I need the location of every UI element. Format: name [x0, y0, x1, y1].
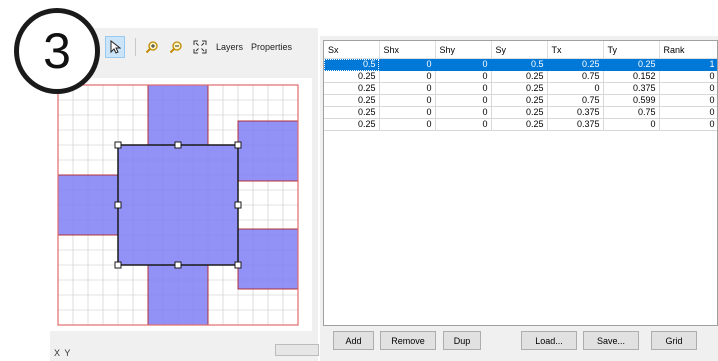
- zoom-out-icon[interactable]: [166, 36, 186, 58]
- column-header-shy[interactable]: Shy: [435, 41, 492, 59]
- dup-button[interactable]: Dup: [443, 331, 481, 350]
- progress-bar: [275, 344, 319, 356]
- table-cell[interactable]: 0: [435, 70, 492, 83]
- table-cell[interactable]: 0: [379, 94, 436, 107]
- save-button[interactable]: Save...: [583, 331, 639, 350]
- drawing-canvas[interactable]: [50, 78, 312, 331]
- table-cell[interactable]: 0.152: [603, 70, 660, 83]
- table-row[interactable]: 0.5 0 0 0.5 0.25 0.25 1: [324, 58, 717, 71]
- table-cell[interactable]: 0.375: [547, 106, 604, 119]
- toolbar-separator: [135, 38, 136, 56]
- column-header-tx[interactable]: Tx: [547, 41, 604, 59]
- table-cell[interactable]: 0: [379, 118, 436, 131]
- grid-button[interactable]: Grid: [651, 331, 697, 350]
- table-cell[interactable]: 0.25: [491, 118, 548, 131]
- table-cell[interactable]: 0: [659, 82, 717, 95]
- table-cell[interactable]: 0.25: [324, 82, 380, 95]
- handle-mid-right: [234, 201, 242, 209]
- transform-square-left: [57, 174, 119, 236]
- table-cell[interactable]: 0: [547, 82, 604, 95]
- table-row[interactable]: 0.25 0 0 0.25 0.375 0.75 0: [324, 106, 717, 119]
- table-row[interactable]: 0.25 0 0 0.25 0.75 0.152 0: [324, 70, 717, 83]
- table-row[interactable]: 0.25 0 0 0.25 0.375 0 0: [324, 118, 717, 131]
- table-cell[interactable]: 0.25: [324, 106, 380, 119]
- add-button[interactable]: Add: [333, 331, 374, 350]
- transform-square-selected[interactable]: [117, 144, 239, 266]
- fit-extent-icon[interactable]: [190, 36, 210, 58]
- handle-bottom-left: [114, 261, 122, 269]
- table-row[interactable]: 0.25 0 0 0.25 0.75 0.599 0: [324, 94, 717, 107]
- table-cell[interactable]: 0.75: [547, 94, 604, 107]
- table-cell[interactable]: 0.25: [491, 82, 548, 95]
- transform-square-right-lower: [237, 228, 299, 290]
- table-cell[interactable]: 0: [659, 70, 717, 83]
- table-cell[interactable]: 0: [659, 118, 717, 131]
- column-header-shx[interactable]: Shx: [379, 41, 436, 59]
- table-cell[interactable]: 0.25: [491, 94, 548, 107]
- table-cell[interactable]: 0: [379, 70, 436, 83]
- handle-top-mid: [174, 141, 182, 149]
- table-cell[interactable]: 0.5: [324, 58, 380, 71]
- table-cell[interactable]: 0.25: [491, 70, 548, 83]
- table-cell[interactable]: 0.25: [603, 58, 660, 71]
- table-cell[interactable]: 0.75: [547, 70, 604, 83]
- table-cell[interactable]: 0.599: [603, 94, 660, 107]
- table-cell[interactable]: 0: [379, 82, 436, 95]
- table-cell[interactable]: 0.75: [603, 106, 660, 119]
- table-cell[interactable]: 0.25: [324, 70, 380, 83]
- remove-button[interactable]: Remove: [380, 331, 436, 350]
- table-cell[interactable]: 0: [435, 94, 492, 107]
- table-cell[interactable]: 0: [435, 82, 492, 95]
- table-cell[interactable]: 0.375: [603, 82, 660, 95]
- zoom-in-icon[interactable]: [142, 36, 162, 58]
- transform-square-right-upper: [237, 120, 299, 182]
- handle-bottom-right: [234, 261, 242, 269]
- handle-mid-left: [114, 201, 122, 209]
- table-cell[interactable]: 0.5: [491, 58, 548, 71]
- button-bar: Add Remove Dup Load... Save... Grid: [323, 331, 718, 355]
- table-cell[interactable]: 0.25: [491, 106, 548, 119]
- handle-top-left: [114, 141, 122, 149]
- transform-square-top: [147, 84, 209, 146]
- column-header-sx[interactable]: Sx: [324, 41, 380, 59]
- table-cell[interactable]: 0.25: [547, 58, 604, 71]
- column-header-ty[interactable]: Ty: [603, 41, 660, 59]
- table-cell[interactable]: 0: [435, 58, 492, 71]
- table-cell[interactable]: 0: [659, 106, 717, 119]
- table-cell[interactable]: 0.375: [547, 118, 604, 131]
- table-row[interactable]: 0.25 0 0 0.25 0 0.375 0: [324, 82, 717, 95]
- table-cell[interactable]: 0: [435, 118, 492, 131]
- handle-bottom-mid: [174, 261, 182, 269]
- pointer-icon[interactable]: [105, 36, 125, 58]
- transform-table[interactable]: Sx Shx Shy Sy Tx Ty Rank 0.5 0 0 0.5 0.2…: [323, 40, 718, 326]
- table-cell[interactable]: 1: [659, 58, 717, 71]
- coordinate-readout: X Y: [54, 348, 72, 358]
- table-cell[interactable]: 0.25: [324, 94, 380, 107]
- transform-square-bottom: [147, 264, 209, 326]
- status-bar: X Y: [50, 340, 320, 361]
- table-cell[interactable]: 0: [603, 118, 660, 131]
- column-header-sy[interactable]: Sy: [491, 41, 548, 59]
- table-cell[interactable]: 0: [379, 106, 436, 119]
- step-number-badge: 3: [14, 8, 100, 94]
- table-header-row: Sx Shx Shy Sy Tx Ty Rank: [324, 41, 717, 59]
- table-cell[interactable]: 0.25: [324, 118, 380, 131]
- handle-top-right: [234, 141, 242, 149]
- table-cell[interactable]: 0: [379, 58, 436, 71]
- layers-button[interactable]: Layers: [214, 36, 245, 58]
- ifs-preview: [57, 84, 299, 326]
- table-cell[interactable]: 0: [659, 94, 717, 107]
- column-header-rank[interactable]: Rank: [659, 41, 717, 59]
- properties-button[interactable]: Properties: [249, 36, 294, 58]
- table-cell[interactable]: 0: [435, 106, 492, 119]
- load-button[interactable]: Load...: [521, 331, 577, 350]
